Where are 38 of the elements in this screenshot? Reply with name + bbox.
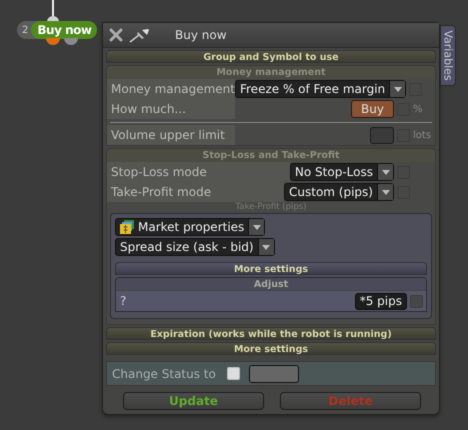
direction-button[interactable]: Buy xyxy=(351,100,394,118)
checkbox[interactable] xyxy=(227,367,240,380)
field-label: Stop-Loss mode xyxy=(107,162,290,182)
section-header[interactable]: Group and Symbol to use xyxy=(106,50,436,63)
dropdown[interactable]: Spread size (ask - bid) xyxy=(115,238,275,256)
section-header[interactable]: More settings xyxy=(106,342,436,355)
section-header[interactable]: More settings xyxy=(115,262,427,275)
node-title: Buy now xyxy=(31,21,98,39)
dropdown[interactable]: Custom (pips) xyxy=(284,183,394,201)
field-label: Volume upper limit xyxy=(107,125,235,145)
panel-title: Buy now xyxy=(175,28,227,42)
caret-icon xyxy=(394,86,402,92)
money-icon xyxy=(120,220,135,234)
help-mark[interactable]: ? xyxy=(120,294,126,308)
field-label: Money management xyxy=(107,79,235,99)
pin-icon[interactable] xyxy=(129,27,151,43)
caret-icon xyxy=(252,224,261,230)
unit-label: lots xyxy=(413,130,432,140)
update-button[interactable]: Update xyxy=(123,392,264,410)
section-header[interactable]: Adjust xyxy=(116,278,426,291)
caret-icon xyxy=(262,244,270,250)
status-label: Change Status to xyxy=(112,366,217,380)
status-field[interactable] xyxy=(249,364,299,382)
dropdown[interactable]: Market properties xyxy=(115,218,266,236)
section-header[interactable]: Expiration (works while the robot is running) xyxy=(106,327,436,340)
field-label: How much... xyxy=(107,99,235,119)
dropdown[interactable]: Freeze % of Free margin xyxy=(234,80,406,98)
value-field[interactable]: *5 pips xyxy=(354,292,407,310)
caret-icon xyxy=(382,170,390,174)
checkbox[interactable] xyxy=(410,294,423,308)
caret-icon xyxy=(382,190,390,194)
close-icon[interactable] xyxy=(109,28,123,42)
variables-tab[interactable]: Variables xyxy=(440,25,456,86)
input-field[interactable] xyxy=(370,126,394,144)
node-number: 2 xyxy=(22,24,28,36)
unit-label: % xyxy=(413,104,424,114)
field-label: Take-Profit mode xyxy=(107,182,284,202)
dropdown[interactable]: No Stop-Loss xyxy=(290,163,394,181)
